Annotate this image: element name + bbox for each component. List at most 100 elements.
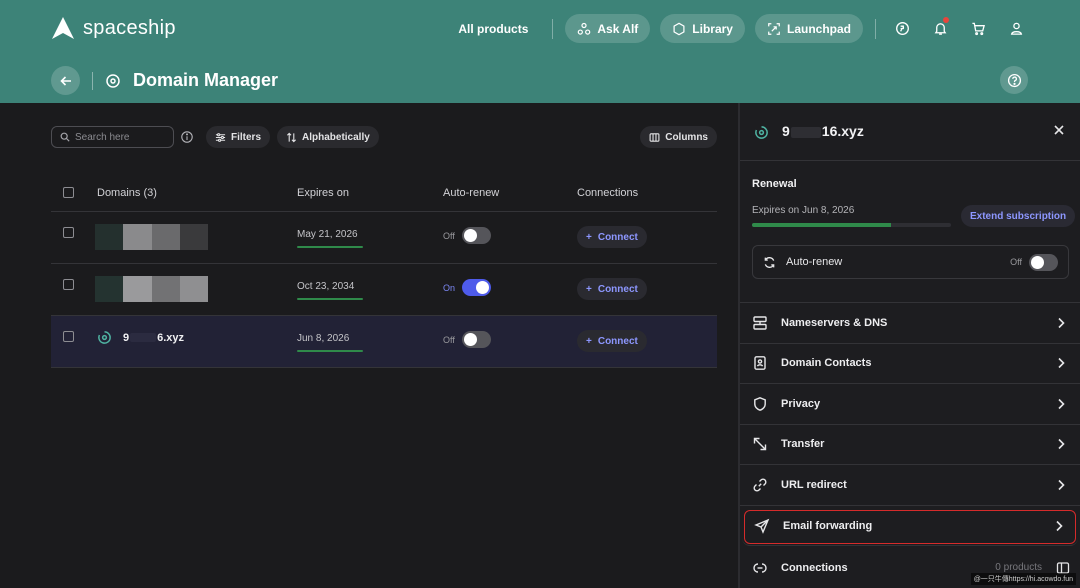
sort-label: Alphabetically <box>302 131 370 143</box>
transfer-arrows-icon <box>753 438 767 451</box>
library-label: Library <box>692 21 733 36</box>
domain-name[interactable]: 9 6.xyz <box>97 330 184 345</box>
currency-button[interactable] <box>888 15 916 43</box>
autorenew-toggle[interactable] <box>461 331 491 348</box>
search-input[interactable] <box>75 131 170 143</box>
autorenew-setting: Auto-renew Off <box>752 245 1069 279</box>
top-navigation: All products Ask Alf Library Launchpad <box>458 14 1030 43</box>
renewal-expiry: Expires on Jun 8, 2026 <box>752 205 855 216</box>
connect-button[interactable]: + Connect <box>577 226 647 248</box>
menu-item-label: Domain Contacts <box>781 357 872 370</box>
connect-button[interactable]: + Connect <box>577 330 647 352</box>
filters-button[interactable]: Filters <box>206 126 271 148</box>
panel-title-end: 16.xyz <box>821 123 864 139</box>
panel-header: 9 16.xyz <box>740 103 1080 161</box>
menu-item-label: URL redirect <box>781 478 847 491</box>
menu-item-label: Connections <box>781 561 848 574</box>
menu-item-url-redirect[interactable]: URL redirect <box>740 465 1080 506</box>
server-icon <box>753 316 767 330</box>
hexagon-icon <box>673 22 685 35</box>
toggle-knob <box>463 333 477 346</box>
row-checkbox[interactable] <box>63 279 74 290</box>
nav-divider <box>875 18 876 39</box>
expiry-progress-bar <box>297 350 363 352</box>
notifications-button[interactable] <box>926 15 954 43</box>
close-icon[interactable] <box>1052 123 1066 137</box>
account-button[interactable] <box>1002 15 1030 43</box>
row-checkbox[interactable] <box>63 331 74 342</box>
extend-subscription-button[interactable]: Extend subscription <box>961 205 1076 227</box>
connect-label: Connect <box>597 335 638 347</box>
chevron-right-icon <box>1058 317 1065 328</box>
brand-name: spaceship <box>83 16 176 39</box>
autorenew-toggle[interactable] <box>461 227 491 244</box>
notification-dot <box>943 16 949 23</box>
refresh-icon <box>764 256 775 268</box>
domain-status-icon <box>98 331 111 344</box>
search-box[interactable] <box>51 126 174 148</box>
page-title: Domain Manager <box>133 70 279 90</box>
toggle-knob <box>476 281 490 294</box>
autorenew-state: Off <box>443 230 455 241</box>
menu-item-nameservers-dns[interactable]: Nameservers & DNS <box>740 303 1080 344</box>
autorenew-toggle[interactable] <box>462 279 492 296</box>
column-header-expires[interactable]: Expires on <box>297 187 349 199</box>
connections-icon <box>753 563 767 573</box>
help-button[interactable] <box>1000 66 1028 94</box>
back-button[interactable] <box>51 66 80 95</box>
all-products-link[interactable]: All products <box>458 22 528 36</box>
sort-button[interactable]: Alphabetically <box>277 126 379 148</box>
domain-status-icon <box>755 126 768 139</box>
contact-book-icon <box>754 356 766 371</box>
panel-title-start: 9 <box>782 123 790 139</box>
domain-detail-panel: 9 16.xyz Renewal Expires on Jun 8, 2026 E… <box>738 103 1080 588</box>
column-header-autorenew[interactable]: Auto-renew <box>443 187 499 199</box>
menu-item-label: Email forwarding <box>783 520 873 532</box>
domain-manager-icon <box>105 73 121 89</box>
table-row[interactable]: May 21, 2026 Off + Connect <box>51 212 717 264</box>
plus-icon: + <box>586 335 592 347</box>
autorenew-toggle[interactable] <box>1029 253 1058 271</box>
ask-alf-label: Ask Alf <box>597 21 639 36</box>
autorenew-control[interactable]: Off <box>443 227 491 244</box>
user-icon <box>1010 22 1022 35</box>
row-checkbox[interactable] <box>63 227 74 238</box>
chevron-right-icon <box>1058 358 1065 369</box>
autorenew-control[interactable]: Off <box>1010 253 1058 271</box>
redacted-domain-name <box>95 276 208 302</box>
plus-icon: + <box>586 283 592 295</box>
chevron-right-icon <box>1058 398 1065 409</box>
panel-title: 9 16.xyz <box>782 123 864 139</box>
menu-item-transfer[interactable]: Transfer <box>740 425 1080 465</box>
spaceship-logo[interactable]: spaceship <box>51 16 176 40</box>
connect-label: Connect <box>597 283 638 295</box>
column-header-domains[interactable]: Domains (3) <box>97 187 157 199</box>
autorenew-state: Off <box>443 334 455 345</box>
menu-item-email-forwarding[interactable]: Email forwarding <box>742 508 1078 546</box>
redacted-text <box>130 333 157 343</box>
toggle-knob <box>463 229 477 242</box>
menu-item-domain-contacts[interactable]: Domain Contacts <box>740 344 1080 384</box>
renewal-progress-fill <box>752 223 892 227</box>
column-header-connections[interactable]: Connections <box>577 187 638 199</box>
autorenew-control[interactable]: Off <box>443 331 491 348</box>
chevron-right-icon <box>1058 439 1065 450</box>
menu-item-privacy[interactable]: Privacy <box>740 384 1080 425</box>
library-button[interactable]: Library <box>660 14 745 43</box>
columns-button[interactable]: Columns <box>640 126 717 148</box>
table-row-selected[interactable]: 9 6.xyz Jun 8, 2026 Off + Connect <box>51 316 717 368</box>
cart-button[interactable] <box>964 15 992 43</box>
launchpad-button[interactable]: Launchpad <box>754 14 863 43</box>
currency-icon <box>895 22 909 35</box>
info-icon[interactable] <box>181 131 193 143</box>
renewal-section: Renewal Expires on Jun 8, 2026 Extend su… <box>740 161 1080 303</box>
filters-label: Filters <box>231 131 262 143</box>
domain-name-start: 9 <box>123 331 130 344</box>
autorenew-control[interactable]: On <box>443 279 492 296</box>
arrow-left-icon <box>59 75 71 86</box>
ask-alf-button[interactable]: Ask Alf <box>565 14 651 43</box>
table-row[interactable]: Oct 23, 2034 On + Connect <box>51 264 717 316</box>
connect-button[interactable]: + Connect <box>577 278 647 300</box>
select-all-checkbox[interactable] <box>63 187 74 198</box>
launchpad-icon <box>768 22 780 35</box>
